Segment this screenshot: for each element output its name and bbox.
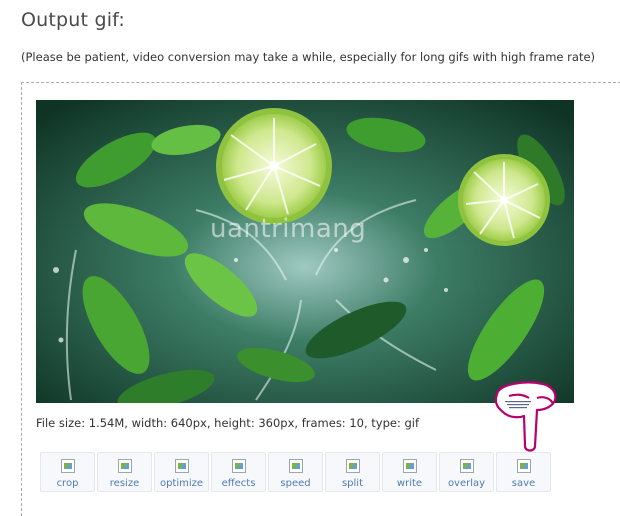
page-title: Output gif:	[21, 9, 125, 31]
overlay-icon	[459, 459, 474, 473]
file-info: File size: 1.54M, width: 640px, height: …	[36, 416, 420, 430]
tool-optimize[interactable]: optimize	[154, 452, 209, 492]
save-icon	[516, 459, 531, 473]
tool-label: overlay	[447, 478, 486, 489]
output-gif-image	[36, 100, 574, 403]
watermark-text: uantrimang	[210, 214, 367, 244]
tool-crop[interactable]: crop	[40, 452, 95, 492]
tool-label: speed	[280, 478, 311, 489]
write-icon	[402, 459, 417, 473]
optimize-icon	[174, 459, 189, 473]
tool-resize[interactable]: resize	[97, 452, 152, 492]
effects-icon	[231, 459, 246, 473]
tool-label: split	[341, 478, 364, 489]
tool-label: save	[511, 478, 536, 489]
resize-icon	[117, 459, 132, 473]
pointing-hand-icon	[485, 376, 565, 460]
tool-speed[interactable]: speed	[268, 452, 323, 492]
tool-label: optimize	[159, 478, 204, 489]
speed-icon	[288, 459, 303, 473]
tool-split[interactable]: split	[325, 452, 380, 492]
tool-label: effects	[221, 478, 256, 489]
tool-write[interactable]: write	[382, 452, 437, 492]
tool-label: crop	[56, 478, 79, 489]
gif-tools-toolbar: crop resize optimize effects speed split…	[40, 452, 551, 494]
gif-preview-graphic	[36, 100, 574, 403]
split-icon	[345, 459, 360, 473]
tool-label: resize	[109, 478, 140, 489]
conversion-note: (Please be patient, video conversion may…	[21, 50, 596, 64]
tool-effects[interactable]: effects	[211, 452, 266, 492]
tool-label: write	[396, 478, 423, 489]
crop-icon	[60, 459, 75, 473]
